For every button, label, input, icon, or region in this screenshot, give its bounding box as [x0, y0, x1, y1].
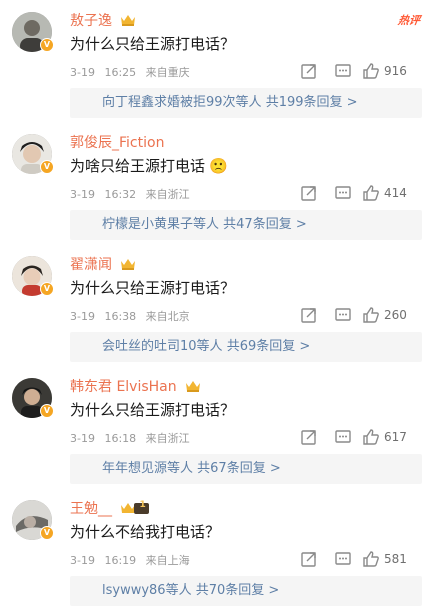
- replies-users: 向丁程鑫求婚被拒99次等人: [102, 95, 262, 110]
- crown-icon: [121, 15, 136, 26]
- thumbs-up-icon[interactable]: [362, 306, 380, 324]
- comment-text: 为什么不给我打电话？: [70, 523, 221, 541]
- share-icon[interactable]: [300, 62, 318, 80]
- replies-users: 会吐丝的吐司10等人: [102, 339, 223, 354]
- comment-location: 来自重庆: [145, 66, 190, 79]
- badge-level: 1: [139, 500, 146, 510]
- replies-summary-link[interactable]: 柠檬是小黄果子等人 共47条回复 >: [70, 210, 422, 240]
- comment-actions: 414: [300, 184, 430, 204]
- comment-location: 来自上海: [145, 554, 190, 567]
- comment-text: 为什么只给王源打电话？: [70, 279, 236, 297]
- replies-users: lsywwy86等人: [102, 583, 192, 598]
- verified-badge-icon: V: [40, 282, 54, 296]
- like-count: 260: [384, 308, 407, 322]
- verified-badge-icon: V: [40, 38, 54, 52]
- comment-date: 3-19: [70, 66, 95, 79]
- replies-count: 共199条回复 >: [265, 95, 358, 110]
- comment-time: 16:19: [104, 554, 137, 567]
- username[interactable]: 韩东君 ElvisHan: [70, 376, 201, 396]
- replies-count: 共67条回复 >: [197, 461, 281, 476]
- comment-meta: 3-19 16:25 来自重庆: [70, 64, 190, 80]
- replies-users: 年年想见源等人: [102, 461, 194, 476]
- comment-time: 16:25: [104, 66, 137, 79]
- comment-icon[interactable]: [334, 62, 352, 80]
- comment-date: 3-19: [70, 554, 95, 567]
- username[interactable]: 郭俊辰_Fiction: [70, 132, 164, 152]
- thumbs-up-icon[interactable]: [362, 184, 380, 202]
- comment-item: V 韩东君 ElvisHan 为什么只给王源打电话？ 3-19 16:18 来自…: [0, 366, 430, 486]
- verified-badge-icon: V: [40, 404, 54, 418]
- like-count: 414: [384, 186, 407, 200]
- replies-summary-link[interactable]: 年年想见源等人 共67条回复 >: [70, 454, 422, 484]
- crown-icon: [186, 381, 201, 392]
- share-icon[interactable]: [300, 306, 318, 324]
- like-count: 617: [384, 430, 407, 444]
- comment-item: V 王勉__ 1 为什么不给我打电话？ 3-19 16:19 来自上海 581 …: [0, 488, 430, 614]
- comment-time: 16:38: [104, 310, 137, 323]
- replies-users: 柠檬是小黄果子等人: [102, 217, 220, 232]
- comment-location: 来自北京: [145, 310, 190, 323]
- comment-location: 来自浙江: [145, 188, 190, 201]
- verified-badge-icon: V: [40, 160, 54, 174]
- comment-date: 3-19: [70, 432, 95, 445]
- share-icon[interactable]: [300, 184, 318, 202]
- thumbs-up-icon[interactable]: [362, 62, 380, 80]
- crown-level-badge: 1: [120, 500, 150, 519]
- replies-count: 共70条回复 >: [195, 583, 280, 598]
- comment-icon[interactable]: [334, 184, 352, 202]
- like-count: 581: [384, 552, 407, 566]
- hot-comment-tag: 热评: [397, 14, 421, 27]
- comment-text: 为啥只给王源打电话 🙁: [70, 157, 228, 175]
- comment-item: V 翟潇闻 为什么只给王源打电话？ 3-19 16:38 来自北京 260 会吐…: [0, 244, 430, 364]
- replies-summary-link[interactable]: lsywwy86等人 共70条回复 >: [70, 576, 422, 606]
- share-icon[interactable]: [300, 550, 318, 568]
- replies-summary-link[interactable]: 向丁程鑫求婚被拒99次等人 共199条回复 >: [70, 88, 422, 118]
- username[interactable]: 王勉__ 1: [70, 498, 150, 519]
- comment-item: V 敖子逸 热评 为什么只给王源打电话？ 3-19 16:25 来自重庆 916…: [0, 0, 430, 120]
- comment-actions: 581: [300, 550, 430, 570]
- thumbs-up-icon[interactable]: [362, 428, 380, 446]
- verified-badge-icon: V: [40, 526, 54, 540]
- crown-icon: [121, 259, 136, 270]
- comment-date: 3-19: [70, 188, 95, 201]
- like-count: 916: [384, 64, 407, 78]
- thumbs-up-icon[interactable]: [362, 550, 380, 568]
- username[interactable]: 翟潇闻: [70, 254, 136, 274]
- comment-meta: 3-19 16:18 来自浙江: [70, 430, 190, 446]
- comment-time: 16:32: [104, 188, 137, 201]
- comment-date: 3-19: [70, 310, 95, 323]
- comment-time: 16:18: [104, 432, 137, 445]
- comment-icon[interactable]: [334, 428, 352, 446]
- comment-icon[interactable]: [334, 550, 352, 568]
- comment-meta: 3-19 16:38 来自北京: [70, 308, 190, 324]
- comment-actions: 617: [300, 428, 430, 448]
- comment-location: 来自浙江: [145, 432, 190, 445]
- comment-meta: 3-19 16:32 来自浙江: [70, 186, 190, 202]
- comment-meta: 3-19 16:19 来自上海: [70, 552, 190, 568]
- comment-actions: 916: [300, 62, 430, 82]
- replies-summary-link[interactable]: 会吐丝的吐司10等人 共69条回复 >: [70, 332, 422, 362]
- frown-emoji: 🙁: [209, 157, 228, 175]
- share-icon[interactable]: [300, 428, 318, 446]
- comment-text: 为什么只给王源打电话？: [70, 401, 236, 419]
- replies-count: 共47条回复 >: [223, 217, 307, 232]
- replies-count: 共69条回复 >: [226, 339, 311, 354]
- comment-item: V 郭俊辰_Fiction 为啥只给王源打电话 🙁 3-19 16:32 来自浙江…: [0, 122, 430, 242]
- comment-actions: 260: [300, 306, 430, 326]
- comment-text: 为什么只给王源打电话？: [70, 35, 236, 53]
- username[interactable]: 敖子逸: [70, 10, 136, 30]
- comment-icon[interactable]: [334, 306, 352, 324]
